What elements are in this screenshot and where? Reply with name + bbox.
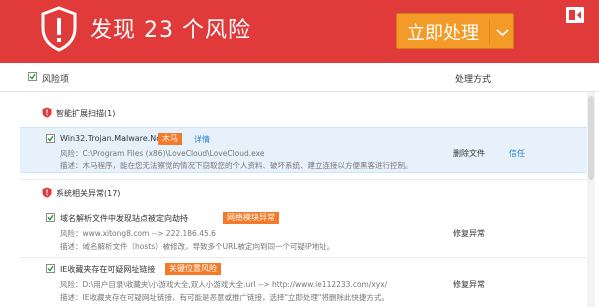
restore-window-icon[interactable] <box>565 6 585 24</box>
item-description: 描述：木马程序，能在您无法察觉的情况下窃取您的个人资料、破坏系统、建立连接以方便… <box>60 161 413 170</box>
risk-tag: 木马 <box>158 133 182 145</box>
details-link[interactable]: 详情 <box>194 134 210 145</box>
warning-icon <box>42 187 52 198</box>
group-title-system-anomalies: 系统相关异常(17) <box>56 189 121 198</box>
process-now-label: 立即处理 <box>407 23 479 44</box>
action-column-label: 处理方式 <box>455 75 492 85</box>
repair-action[interactable]: 修复异常 <box>453 228 485 239</box>
select-all-checkbox[interactable] <box>28 72 37 81</box>
item-risk-path: 风险：D:\用户目录\收藏夹\小游戏大全,双人小游戏大全.url --> htt… <box>60 280 388 289</box>
item-description: 描述：IE收藏夹存在可疑网址链接，有可能是恶意或推广链接，选择"立即处理"将删除… <box>60 293 389 302</box>
process-now-button[interactable]: 立即处理 <box>396 13 514 49</box>
scrollbar[interactable] <box>587 92 595 307</box>
shield-warning-icon <box>41 6 77 52</box>
risk-item-ie-favorites[interactable]: IE收藏夹存在可疑网址链接 关键位置风险 风险：D:\用户目录\收藏夹\小游戏大… <box>20 259 587 307</box>
repair-action[interactable]: 修复异常 <box>453 279 485 290</box>
group-title-extension-scan: 智能扩展扫描(1) <box>56 109 116 118</box>
column-header: 风险项 处理方式 <box>0 63 599 92</box>
risk-column-label: 风险项 <box>42 75 70 85</box>
risk-tag: 网络模块异常 <box>223 212 279 224</box>
section-divider <box>20 257 587 258</box>
item-name: Win32.Trojan.Malware.Ncja <box>60 134 168 143</box>
risk-header: 发现 23 个风险 立即处理 <box>0 0 599 63</box>
chevron-down-icon[interactable] <box>490 14 515 50</box>
scrollbar-thumb[interactable] <box>588 96 594 180</box>
risk-tag: 关键位置风险 <box>165 263 221 275</box>
item-checkbox[interactable] <box>46 213 55 222</box>
risk-item-hosts-hijack[interactable]: 域名解析文件中发现站点被定向劫持 网络模块异常 风险：www.xitong8.c… <box>20 207 587 255</box>
item-risk-path: 风险：www.xitong8.com --> 222.186.45.6 <box>60 229 216 238</box>
delete-file-action[interactable]: 删除文件 <box>453 148 485 159</box>
item-risk-path: 风险：C:\Program Files (x86)\LoveCloud\Love… <box>60 149 265 158</box>
item-description: 描述：域名解析文件（hosts）被修改，导致多个URL被定向到同一个可疑IP地址… <box>60 242 335 251</box>
trust-link[interactable]: 信任 <box>509 148 525 159</box>
page-title: 发现 23 个风险 <box>90 18 251 43</box>
item-checkbox[interactable] <box>46 264 55 273</box>
warning-icon <box>42 107 52 118</box>
item-name: IE收藏夹存在可疑网址链接 <box>60 265 156 274</box>
item-checkbox[interactable] <box>46 134 55 143</box>
section-divider <box>20 179 587 180</box>
risk-item-trojan[interactable]: Win32.Trojan.Malware.Ncja 木马 详情 风险：C:\Pr… <box>20 127 587 173</box>
item-name: 域名解析文件中发现站点被定向劫持 <box>60 214 188 223</box>
